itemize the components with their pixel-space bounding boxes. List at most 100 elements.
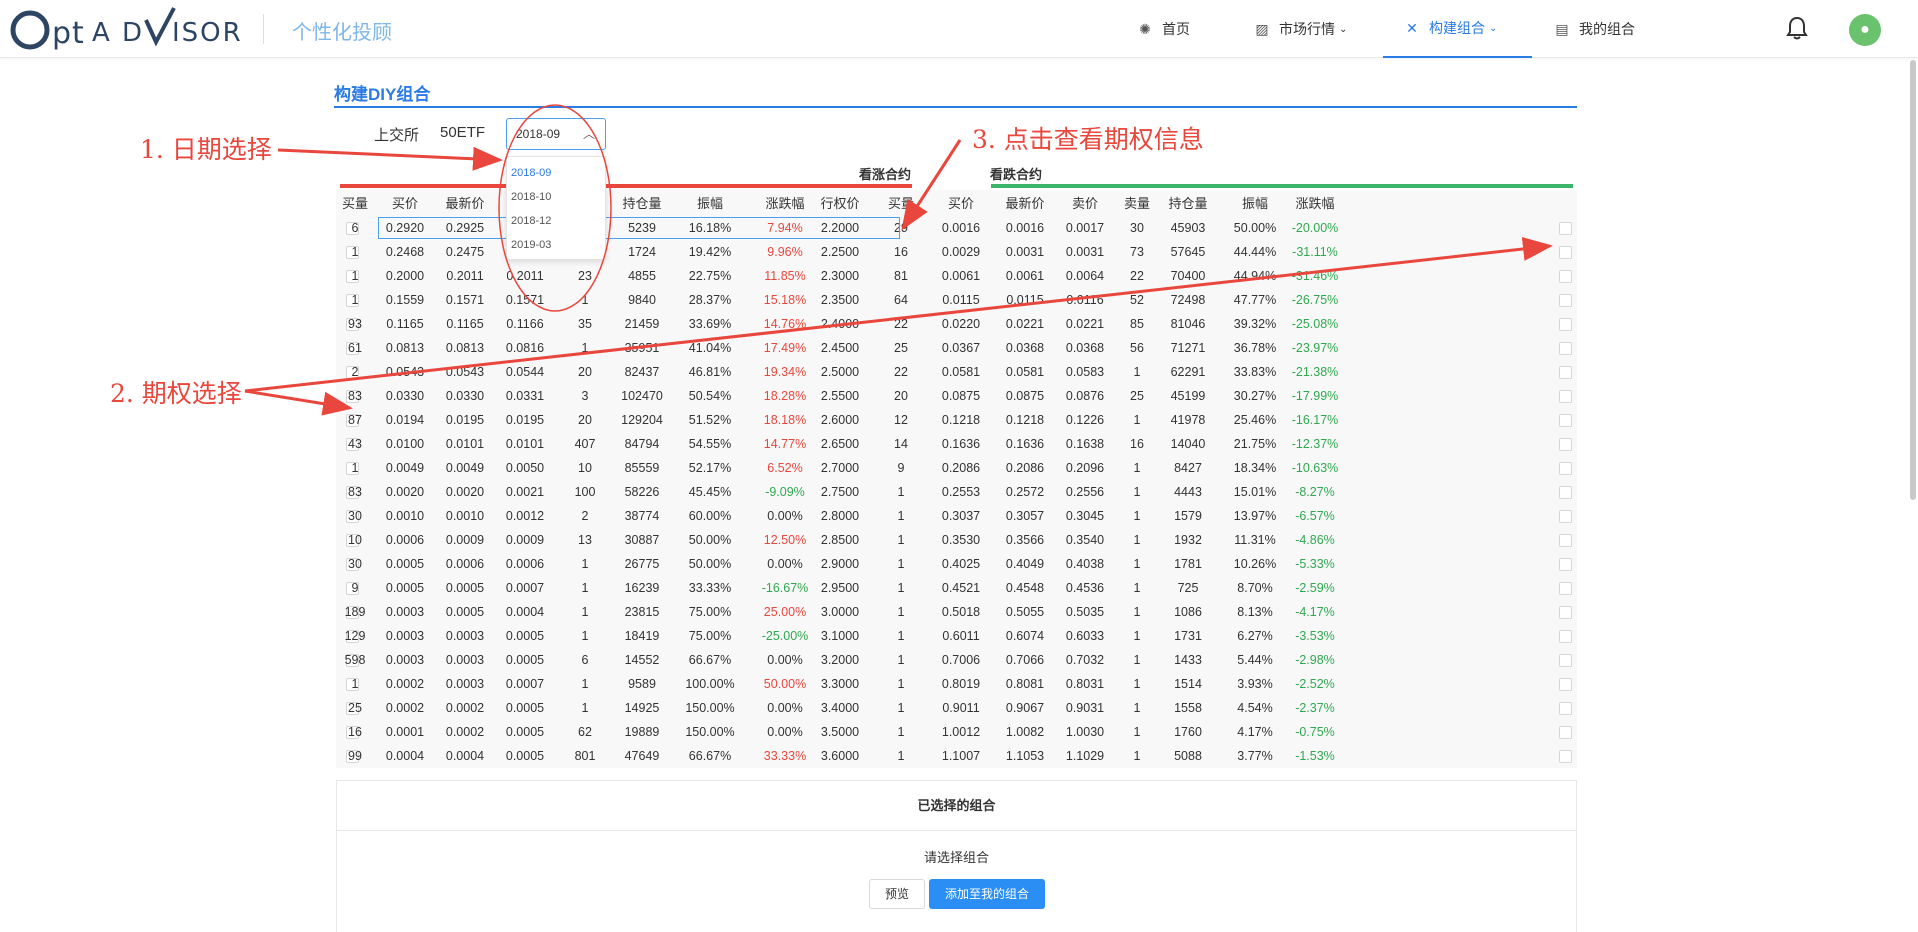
cell-call-change: 0.00% (767, 725, 803, 739)
cell-strike: 3.6000 (820, 749, 860, 763)
cell-call-change: 9.96% (767, 245, 803, 259)
optadvisor-logo[interactable]: pt A D ISOR (6, 2, 258, 54)
put-select-checkbox[interactable] (1559, 366, 1572, 379)
put-select-checkbox[interactable] (1559, 702, 1572, 715)
cell-strike: 2.3500 (820, 293, 860, 307)
cell-put-bid-qty: 1 (897, 557, 905, 571)
selection-hint: 请选择组合 (923, 850, 989, 865)
put-select-checkbox[interactable] (1559, 510, 1572, 523)
option-row[interactable]: 93 0.1165 0.1165 0.1166 35 21459 33.69% 14.76% 2… (336, 312, 1577, 336)
cell-put-bid: 1.1007 (941, 749, 981, 763)
option-row[interactable]: 2 0.0543 0.0543 0.0544 20 82437 46.81% 19.34% 2.… (336, 360, 1577, 384)
option-row[interactable]: 61 0.0813 0.0813 0.0816 1 35951 41.04% 17.49% 2.… (336, 336, 1577, 360)
cell-strike: 2.6500 (820, 437, 860, 451)
cell-call-ask-qty: 1 (581, 677, 589, 691)
col-header-put-bid: 买价 (947, 196, 974, 211)
put-select-checkbox[interactable] (1559, 726, 1572, 739)
cell-put-ask: 0.0017 (1065, 221, 1105, 235)
put-select-checkbox[interactable] (1559, 486, 1572, 499)
option-row[interactable]: 598 0.0003 0.0003 0.0005 6 14552 66.67% 0.00% 3.… (336, 648, 1577, 672)
cell-put-bid-qty: 22 (894, 317, 908, 331)
option-row[interactable]: 83 0.0330 0.0330 0.0331 3 102470 50.54% 18.28% 2… (336, 384, 1577, 408)
put-select-checkbox[interactable] (1559, 558, 1572, 571)
put-select-checkbox[interactable] (1559, 342, 1572, 355)
cell-call-oi: 14552 (624, 653, 660, 667)
option-row[interactable]: 1 0.0002 0.0003 0.0007 1 9589 100.00% 50.00% 3.3… (336, 672, 1577, 696)
cell-call-last: 0.0003 (445, 653, 485, 667)
option-row[interactable]: 43 0.0100 0.0101 0.0101 407 84794 54.55% 14.77%… (336, 432, 1577, 456)
date-option[interactable]: 2019-03 (507, 233, 605, 257)
put-select-checkbox[interactable] (1559, 534, 1572, 547)
cell-call-oi: 84794 (624, 437, 660, 451)
cell-strike: 2.9000 (820, 557, 860, 571)
col-header-call-last: 最新价 (445, 196, 485, 211)
put-select-checkbox[interactable] (1559, 318, 1572, 331)
preview-button[interactable]: 预览 (869, 879, 925, 909)
date-option[interactable]: 2018-12 (507, 209, 605, 233)
add-to-my-portfolio-button[interactable]: 添加至我的组合 (929, 879, 1045, 909)
cell-put-change: -31.11% (1292, 245, 1338, 259)
exchange-label: 上交所 (374, 127, 420, 144)
option-row[interactable]: 83 0.0020 0.0020 0.0021 100 58226 45.45% -9.09%… (336, 480, 1577, 504)
cell-put-amplitude: 50.00% (1233, 221, 1277, 235)
put-select-checkbox[interactable] (1559, 414, 1572, 427)
cell-put-bid-qty: 64 (894, 293, 908, 307)
put-select-checkbox[interactable] (1559, 438, 1572, 451)
put-select-checkbox[interactable] (1559, 582, 1572, 595)
put-select-checkbox[interactable] (1559, 390, 1572, 403)
cell-call-bid: 0.2468 (385, 245, 425, 259)
cell-call-ask: 0.0005 (505, 653, 545, 667)
put-select-checkbox[interactable] (1559, 294, 1572, 307)
cell-put-ask: 0.4536 (1065, 581, 1105, 595)
put-select-checkbox[interactable] (1559, 654, 1572, 667)
option-row[interactable]: 129 0.0003 0.0003 0.0005 1 18419 75.00% -25.00%… (336, 624, 1577, 648)
nav-home-label: 首页 (1162, 21, 1190, 37)
option-row[interactable]: 1 0.0049 0.0049 0.0050 10 85559 52.17% 6.52% 2.7… (336, 456, 1577, 480)
option-row[interactable]: 25 0.0002 0.0002 0.0005 1 14925 150.00% 0.00% 3.… (336, 696, 1577, 720)
page-scrollbar[interactable] (1910, 60, 1916, 500)
user-avatar[interactable]: ● (1849, 14, 1881, 46)
cell-strike: 2.6000 (820, 413, 860, 427)
date-option[interactable]: 2018-09 (507, 161, 605, 185)
option-row[interactable]: 16 0.0001 0.0002 0.0005 62 19889 150.00% 0.00% 3… (336, 720, 1577, 744)
bell-icon[interactable] (1786, 16, 1808, 46)
option-row[interactable]: 99 0.0004 0.0004 0.0005 801 47649 66.67% 33.33%… (336, 744, 1577, 768)
put-select-checkbox[interactable] (1559, 246, 1572, 259)
put-select-checkbox[interactable] (1559, 750, 1572, 763)
cell-put-amplitude: 13.97% (1233, 509, 1277, 523)
cell-call-change: 50.00% (763, 677, 807, 691)
put-select-checkbox[interactable] (1559, 222, 1572, 235)
cell-call-amplitude: 150.00% (685, 725, 735, 739)
date-option[interactable]: 2018-10 (507, 185, 605, 209)
option-row[interactable]: 30 0.0005 0.0006 0.0006 1 26775 50.00% 0.00% 2.9… (336, 552, 1577, 576)
option-row[interactable]: 9 0.0005 0.0005 0.0007 1 16239 33.33% -16.67% 2.… (336, 576, 1577, 600)
option-row[interactable]: 189 0.0003 0.0005 0.0004 1 23815 75.00% 25.00% 3… (336, 600, 1577, 624)
cell-call-oi: 26775 (624, 557, 660, 571)
cell-call-oi: 38774 (624, 509, 660, 523)
put-select-checkbox[interactable] (1559, 462, 1572, 475)
option-row[interactable]: 10 0.0006 0.0009 0.0009 13 30887 50.00% 12.50% 2… (336, 528, 1577, 552)
nav-market[interactable]: ▨ 市场行情 ⌄ (1253, 0, 1347, 58)
option-row[interactable]: 1 0.1559 0.1571 0.1571 1 9840 28.37% 15.18% 2.35… (336, 288, 1577, 312)
cell-put-bid: 0.0029 (941, 245, 981, 259)
option-row[interactable]: 1 0.2000 0.2011 0.2011 23 4855 22.75% 11.85% 2.3… (336, 264, 1577, 288)
cell-put-change: -17.99% (1291, 389, 1339, 403)
cell-call-oi: 30887 (624, 533, 660, 547)
cell-put-ask: 0.1226 (1065, 413, 1105, 427)
cell-put-amplitude: 36.78% (1233, 341, 1277, 355)
put-select-checkbox[interactable] (1559, 630, 1572, 643)
nav-home[interactable]: ✺ 首页 (1136, 0, 1190, 58)
cell-put-bid: 0.4025 (941, 557, 981, 571)
nav-my-portfolio[interactable]: ▤ 我的组合 (1553, 0, 1635, 58)
cell-put-amplitude: 33.83% (1233, 365, 1277, 379)
nav-build-portfolio[interactable]: ✕ 构建组合 ⌄ (1383, 0, 1532, 58)
date-select[interactable]: 2018-09 ︿ (506, 118, 606, 150)
put-select-checkbox[interactable] (1559, 678, 1572, 691)
put-select-checkbox[interactable] (1559, 606, 1572, 619)
put-select-checkbox[interactable] (1559, 270, 1572, 283)
option-row[interactable]: 30 0.0010 0.0010 0.0012 2 38774 60.00% 0.00% 2.8… (336, 504, 1577, 528)
svg-text:pt: pt (52, 16, 85, 51)
cell-put-change: -3.53% (1295, 629, 1335, 643)
option-row[interactable]: 87 0.0194 0.0195 0.0195 20 129204 51.52% 18.18%… (336, 408, 1577, 432)
cell-put-ask: 0.0583 (1065, 365, 1105, 379)
